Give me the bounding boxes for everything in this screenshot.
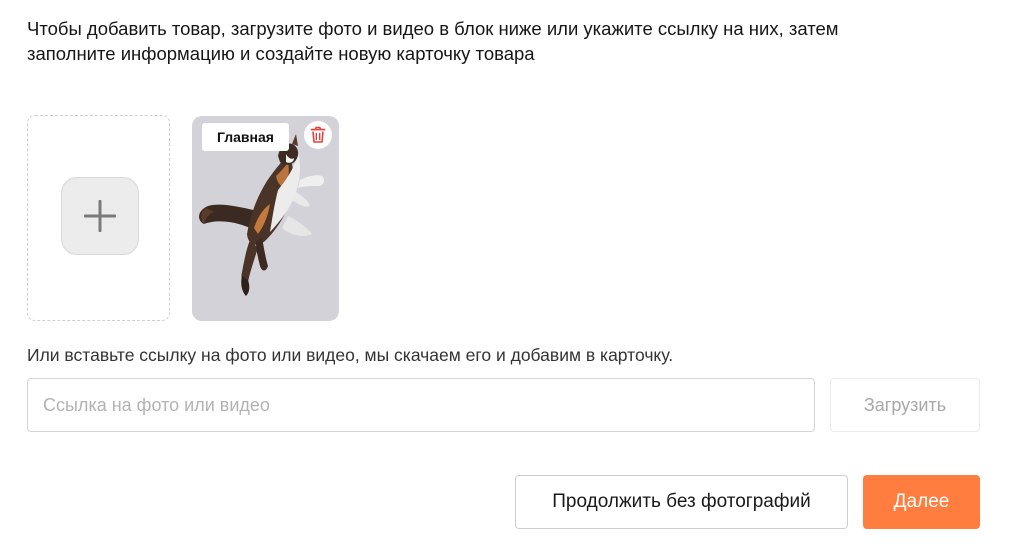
link-hint-text: Или вставьте ссылку на фото или видео, м… — [27, 345, 674, 365]
media-item[interactable]: Главная — [192, 116, 339, 321]
add-media-tile[interactable] — [27, 115, 170, 321]
intro-line-1: Чтобы добавить товар, загрузите фото и в… — [27, 18, 839, 39]
plus-icon — [84, 200, 116, 232]
continue-without-photos-button[interactable]: Продолжить без фотографий — [515, 475, 848, 529]
next-button[interactable]: Далее — [863, 475, 980, 529]
intro-line-2: заполните информацию и создайте новую ка… — [27, 43, 535, 64]
media-url-input[interactable] — [27, 378, 815, 432]
delete-photo-button[interactable] — [304, 121, 332, 149]
intro-text: Чтобы добавить товар, загрузите фото и в… — [27, 16, 927, 66]
trash-icon — [310, 126, 326, 143]
upload-button[interactable]: Загрузить — [830, 378, 980, 432]
add-media-button[interactable] — [61, 177, 139, 255]
main-photo-badge: Главная — [202, 123, 289, 151]
